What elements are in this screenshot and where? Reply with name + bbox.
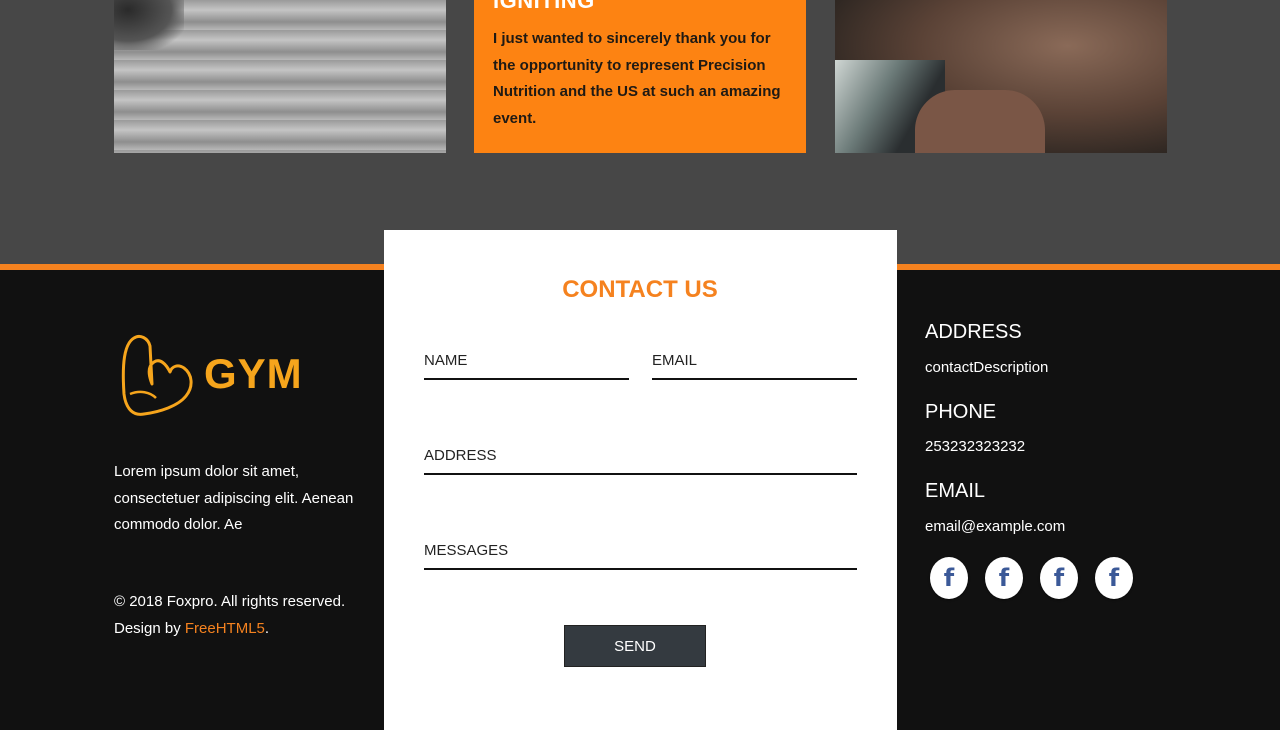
- facebook-icon[interactable]: f: [1095, 557, 1133, 599]
- email-placeholder: EMAIL: [652, 352, 698, 369]
- design-by-prefix: Design by: [114, 619, 185, 637]
- address-placeholder: ADDRESS: [424, 447, 497, 464]
- email-field[interactable]: EMAIL: [652, 352, 857, 380]
- messages-field[interactable]: MESSAGES: [424, 542, 857, 570]
- card-heading: IGNITING: [493, 0, 595, 13]
- facebook-icon[interactable]: f: [985, 557, 1023, 599]
- phone-heading: PHONE: [925, 401, 997, 423]
- facebook-icon[interactable]: f: [1040, 557, 1078, 599]
- copyright: © 2018 Foxpro. All rights reserved. Desi…: [114, 589, 374, 642]
- name-placeholder: NAME: [424, 352, 468, 369]
- copyright-text: © 2018 Foxpro. All rights reserved.: [114, 593, 346, 610]
- freehtml5-link[interactable]: FreeHTML5: [185, 620, 265, 637]
- design-by-suffix: .: [264, 619, 270, 637]
- email-value: email@example.com: [925, 518, 1066, 535]
- footer-about-text: Lorem ipsum dolor sit amet, consectetuer…: [114, 463, 354, 533]
- contact-title: CONTACT US: [562, 276, 718, 303]
- card-image-athlete: [835, 0, 1167, 153]
- logo-text: GYM: [204, 350, 303, 397]
- send-button[interactable]: SEND: [564, 625, 706, 667]
- address-value: contactDescription: [925, 359, 1049, 376]
- card-text: I just wanted to sincerely thank you for…: [493, 30, 781, 127]
- phone-value: 253232323232: [925, 438, 1026, 455]
- address-heading: ADDRESS: [925, 321, 1022, 343]
- email-heading: EMAIL: [925, 480, 986, 502]
- address-field[interactable]: ADDRESS: [424, 447, 857, 475]
- testimonial-card: IGNITING I just wanted to sincerely than…: [474, 0, 806, 153]
- name-field[interactable]: NAME: [424, 352, 629, 380]
- facebook-icon[interactable]: f: [930, 557, 968, 599]
- card-image-gym-belt: [114, 0, 446, 153]
- messages-placeholder: MESSAGES: [424, 542, 509, 559]
